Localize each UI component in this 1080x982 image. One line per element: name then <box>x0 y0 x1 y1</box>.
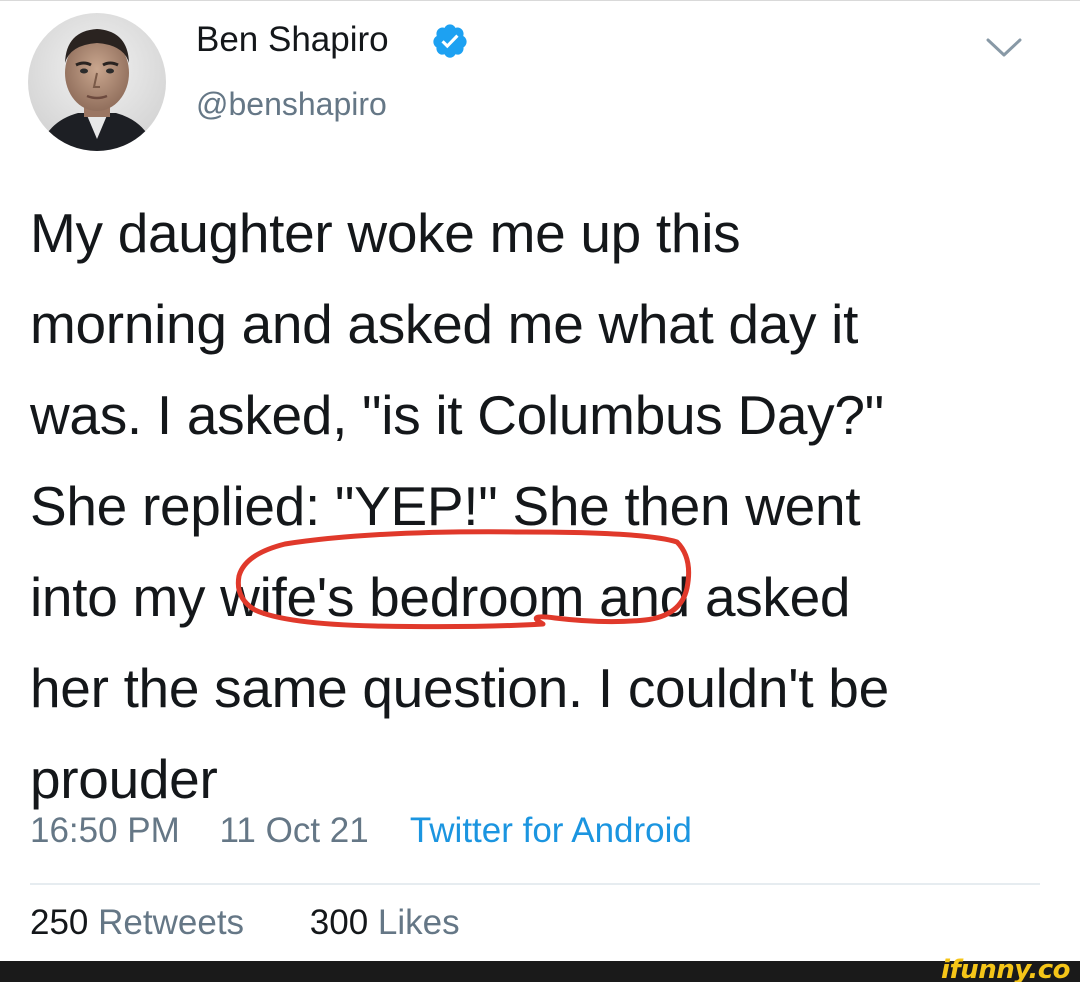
tweet-stats: 250 Retweets 300 Likes <box>30 900 460 946</box>
tweet-text-line: was. I asked, "is it Columbus Day?" <box>30 384 884 446</box>
tweet-text-line: her the same question. I couldn't be <box>30 657 889 719</box>
display-name[interactable]: Ben Shapiro <box>196 16 389 64</box>
likes-label: Likes <box>377 903 460 942</box>
tweet-meta: 16:50 PM 11 Oct 21 Twitter for Android <box>30 808 692 854</box>
tweet-text-line: morning and asked me what day it <box>30 293 859 355</box>
retweets-label: Retweets <box>98 903 245 942</box>
tweet-text-line: My daughter woke me up this <box>30 202 741 264</box>
avatar[interactable] <box>28 13 166 151</box>
tweet-text: My daughter woke me up this morning and … <box>30 188 1040 825</box>
likes-count: 300 <box>309 903 369 942</box>
watermark-logo: ifunny.co <box>941 955 1070 982</box>
tweet-text-line: She replied: "YEP!" She then went <box>30 475 861 537</box>
tweet-date[interactable]: 11 Oct 21 <box>220 811 369 850</box>
tweet-time[interactable]: 16:50 PM <box>30 811 180 850</box>
retweets-count: 250 <box>30 903 89 942</box>
chevron-down-icon[interactable] <box>982 33 1026 63</box>
watermark-bar: ifunny.co <box>0 955 1080 982</box>
tweet-text-line: into my wife's bedroom and asked <box>30 566 851 628</box>
tweet-screenshot: Ben Shapiro @benshapiro My daughter woke… <box>0 0 1080 982</box>
verified-badge-icon <box>433 24 467 58</box>
top-divider <box>0 0 1080 1</box>
retweets-stat[interactable]: 250 Retweets <box>30 903 244 942</box>
stats-divider <box>30 883 1040 885</box>
tweet-source-link[interactable]: Twitter for Android <box>410 811 692 850</box>
handle[interactable]: @benshapiro <box>196 82 387 126</box>
likes-stat[interactable]: 300 Likes <box>310 903 460 942</box>
